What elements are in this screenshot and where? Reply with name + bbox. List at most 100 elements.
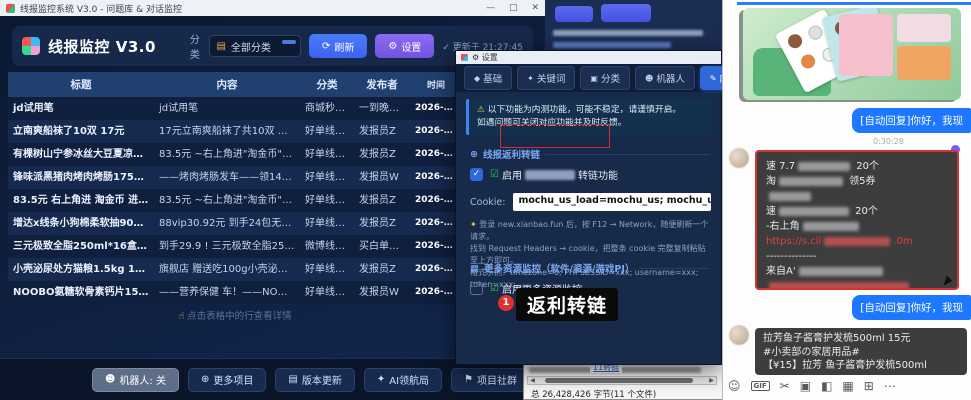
table-cell: 一到晚上就... [354,97,410,120]
scroll-right-icon[interactable]: ▶ [707,377,716,384]
message-line: 来自A' [766,264,948,279]
table-cell: jd试用笔 [154,97,300,120]
file-window-fragment: 11转链 ◀ ▶ 总 26,428,426 字节(11 个文件) [523,363,723,400]
footer-button-版本更新[interactable]: ▤版本更新 [275,368,354,392]
app-logo-icon [22,37,40,55]
table-row[interactable]: 小壳泌尿处方猫粮1.5kg 139元旗舰店 赠送吃100g小壳泌尿处方猫粮...… [8,258,462,281]
table-row[interactable]: 83.5元 右上角进 淘金币 进足迹拍 有...83.5元 ~右上角进"淘金币"… [8,189,462,212]
tab-icon: ✎ [710,74,717,83]
table-cell: 商城秒杀... [300,97,354,120]
tab-icon: ▣ [590,74,598,83]
blurred-link-text [553,42,671,48]
refresh-button[interactable]: ⟳ 刷新 [309,34,367,58]
table-cell: 发报员Z [354,212,410,235]
resource-checkbox[interactable] [470,282,483,295]
message-line: 淘 领5券 [766,174,948,189]
enable-rebate-row: ✓ ☑ 启用 转链功能 [470,167,618,182]
dialog-title: ⚙ 设置 [472,52,498,63]
deal-message-bubble[interactable]: 速 7.7 20个淘 领5券速 20个-右上角https://s.cli.0m-… [755,150,959,290]
check-icon: ☑ [490,169,499,180]
screen-share-icon[interactable]: ⊞ [864,379,874,393]
gear-icon: ⚙ [388,41,397,52]
blurred-text [553,30,703,36]
annotation-badge: 1 [498,295,514,311]
tab-icon: ✦ [527,74,534,83]
table-cell: 好单线报-... [300,143,354,166]
table-cell: 发报员W [354,281,410,304]
table-row[interactable]: 有棵树山宁参冰丝大豆夏凉被 83.5元83.5元 ~右上角进"淘金币"进足迹..… [8,143,462,166]
message-line: 【¥15】拉芳 鱼子酱膏护发梳500ml [763,359,959,373]
footer-button-更多项目[interactable]: ⊕更多项目 [188,368,266,392]
table-cell: 发报员Z [354,189,410,212]
table-cell: 88vip30.92元 到手24包无敌舒4.48... [154,212,300,235]
product-image[interactable] [743,8,961,100]
table-cell: 发报员Z [354,120,410,143]
censored-text [525,170,575,180]
tab-机器人[interactable]: ☻机器人 [635,66,695,90]
background-button[interactable] [555,6,593,22]
table-cell: 发报员Z [354,258,410,281]
deal-message-bubble[interactable]: 拉芳鱼子酱膏护发梳500ml 15元#小卖部の家居用品#【¥15】拉芳 鱼子酱膏… [755,328,967,375]
picture-icon[interactable]: ◧ [821,379,832,393]
footer-button-icon: ▤ [288,374,297,385]
gif-icon[interactable]: GIF [751,381,770,391]
minimize-button[interactable]: — [486,3,495,13]
screenshot-scissors-icon[interactable]: ✂ [780,379,790,393]
rebate-section-header: ⊕ 线报返利转链 [470,147,710,161]
footer-button-AI领航局[interactable]: ✦AI领航局 [364,368,442,392]
table-cell: 好单线报-... [300,258,354,281]
column-header: 内容 [154,72,300,97]
auto-reply-bubble: [自动回复]你好，我现 [852,295,971,320]
tab-基础[interactable]: ◆基础 [464,66,512,90]
chat-timestamp: 0:30:28 [873,137,904,146]
footer-button-icon: ✦ [377,374,385,385]
image-icon[interactable]: ▦ [842,379,853,393]
app-icon [6,4,15,13]
table-row[interactable]: 锋味派黑猪肉烤肉烤肠175g 任选5件...——烤肉烤肠发车——领140-60补… [8,166,462,189]
horizontal-scrollbar[interactable]: ◀ ▶ [527,376,717,385]
table-cell: ——营养保健 车！——NOOBO ... [154,281,300,304]
table-cell: 好单线报-... [300,189,354,212]
message-line [766,279,948,290]
tab-分类[interactable]: ▣分类 [580,66,630,90]
table-cell: 83.5元 右上角进 淘金币 进足迹拍 有... [8,189,154,212]
table-row[interactable]: jd试用笔jd试用笔商城秒杀...一到晚上就...2026-04-22 21:2 [8,97,462,120]
cookie-input[interactable]: mochu_us_load=mochu_us; mochu_us_notice [513,193,711,211]
scroll-left-icon[interactable]: ◀ [528,377,537,384]
table-cell: 锋味派黑猪肉烤肉烤肠175g 任选5件... [8,166,154,189]
settings-button[interactable]: ⚙ 设置 [375,34,434,58]
rebate-checkbox[interactable]: ✓ [470,168,483,181]
tab-icon: ☻ [645,74,653,83]
more-icon[interactable]: ⋯ [884,379,896,393]
table-row[interactable]: NOOBO氨糖软骨素钙片150粒*2瓶3...——营养保健 车！——NOOBO … [8,281,462,304]
avatar[interactable] [729,325,749,345]
folder-icon[interactable]: ▣ [800,379,811,393]
warning-icon: ⚠ [477,105,488,115]
scrollbar-thumb[interactable] [545,378,693,383]
footer-button-icon: ☻ [105,374,115,385]
footer-button-机器人: 关[interactable]: ☻机器人: 关 [92,368,179,392]
table-row[interactable]: 立南爽船袜了10双 17元17元立南爽船袜了共10双 秋季锤后石...好单线报-… [8,120,462,143]
table-row[interactable]: 三元极致全脂250ml*16盒纯牛奶 29....到手29.9 ! 三元极致全脂… [8,235,462,258]
window-titlebar: 线报监控系统 V3.0 - 问题库 & 对话监控 — □ ✕ [0,0,545,16]
table-row[interactable]: 增达x线条小狗棉柔软抽90抽24包 ...88vip30.92元 到手24包无敌… [8,212,462,235]
close-button[interactable]: ✕ [531,3,539,13]
file-status-text: 总 26,428,426 字节(11 个文件) [531,388,656,400]
maximize-button[interactable]: □ [509,3,518,13]
background-button[interactable] [601,4,651,22]
refresh-icon: ⟳ [322,41,330,52]
category-label: 分类 [190,31,202,61]
annotation-label: 返利转链 [516,288,618,321]
table-cell: 83.5元 ~右上角进"淘金币"进足迹... [154,189,300,212]
message-line: 速 20个 [766,204,948,219]
avatar[interactable] [729,148,749,168]
category-select[interactable]: ▤ 全部分类 [209,35,300,57]
emoji-icon[interactable]: ☺ [728,379,741,393]
dialog-icon [461,54,468,61]
footer-button-项目社群[interactable]: ⚑项目社群 [451,368,530,392]
message-line: https://s.cli.0m [766,234,948,249]
message-line [766,189,948,204]
pointer-icon: ☝ [178,311,184,322]
message-line: -右上角 [766,219,948,234]
tab-关键词[interactable]: ✦关键词 [517,66,575,90]
